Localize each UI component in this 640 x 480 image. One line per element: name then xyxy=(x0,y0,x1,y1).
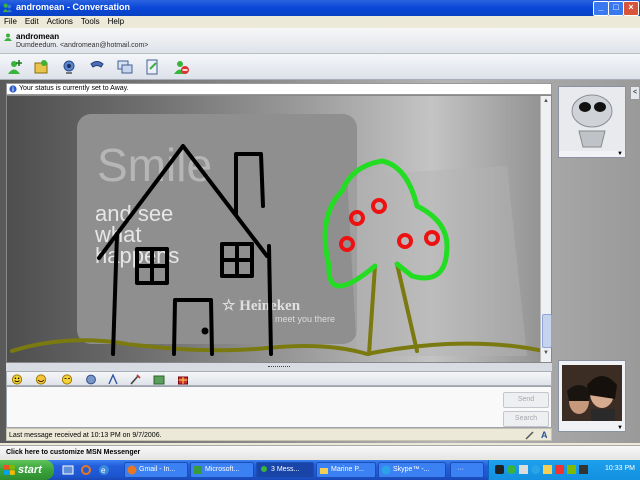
taskbar-overflow-label: ··· xyxy=(457,466,464,473)
text-mode-icon[interactable]: A xyxy=(541,429,548,442)
send-files-icon[interactable] xyxy=(32,58,50,76)
sign-tagline: meet you there xyxy=(275,314,335,324)
windows-flag-icon xyxy=(4,465,15,475)
browser-task-icon xyxy=(127,465,137,475)
window-title: andromean - Conversation xyxy=(16,2,131,12)
contact-header: andromean Dumdeedum. <andromean@hotmail.… xyxy=(0,28,640,54)
taskbar-overflow[interactable]: ··· xyxy=(450,462,484,478)
show-desktop-icon[interactable] xyxy=(62,464,74,476)
firefox-icon[interactable] xyxy=(80,464,92,476)
folder-task-icon xyxy=(320,468,328,474)
scroll-down-arrow[interactable]: ▼ xyxy=(542,350,550,358)
tray-messenger-icon[interactable] xyxy=(507,465,516,474)
status-notice-text: Your status is currently set to Away. xyxy=(19,85,129,92)
internet-explorer-icon[interactable]: e xyxy=(98,464,110,476)
title-bar[interactable]: andromean - Conversation _ □ × xyxy=(0,0,640,16)
ink-drawing: Smile and see what happens ☆ Heineken me… xyxy=(10,114,549,357)
pane-splitter[interactable] xyxy=(6,363,552,371)
taskbar-item-microsoft-label: Microsoft... xyxy=(205,466,240,473)
tray-volume-icon[interactable] xyxy=(543,465,552,474)
system-tray: 10:33 PM xyxy=(488,460,640,480)
webcam-icon[interactable] xyxy=(60,58,78,76)
my-display-picture[interactable]: ▼ xyxy=(558,360,626,432)
tray-app-icon[interactable] xyxy=(495,465,504,474)
scroll-up-arrow[interactable]: ▲ xyxy=(542,98,550,106)
customize-banner[interactable]: Click here to customize MSN Messenger xyxy=(0,445,640,459)
gift-icon[interactable] xyxy=(177,374,189,385)
contact-name: andromean xyxy=(16,32,60,41)
handwriting-mode-icon[interactable] xyxy=(525,431,535,440)
last-message-status: Last message received at 10:13 PM on 9/7… xyxy=(6,428,552,441)
menu-file[interactable]: File xyxy=(0,16,21,27)
skype-task-icon xyxy=(381,465,391,475)
conversation-toolbar xyxy=(0,54,640,80)
voice-clip-icon[interactable] xyxy=(35,374,47,385)
drawing-scrollbar[interactable]: ▲ ▼ xyxy=(540,96,552,362)
font-icon[interactable] xyxy=(107,373,119,385)
robot-avatar-icon xyxy=(559,87,625,151)
menu-edit[interactable]: Edit xyxy=(21,16,43,27)
customize-banner-text: Click here to customize MSN Messenger xyxy=(6,449,141,456)
messenger-task-icon xyxy=(261,466,267,472)
taskbar-item-skype[interactable]: Skype™ -... xyxy=(378,462,446,478)
voice-call-icon[interactable] xyxy=(88,58,106,76)
contact-display-picture[interactable]: ▼ xyxy=(558,86,626,158)
glass-backdrop xyxy=(347,166,527,356)
taskbar-item-skype-label: Skype™ -... xyxy=(393,466,430,473)
svg-text:e: e xyxy=(101,466,106,475)
user-photo-avatar xyxy=(562,365,622,421)
tray-skype-icon[interactable] xyxy=(531,465,540,474)
taskbar-item-microsoft[interactable]: Microsoft... xyxy=(190,462,254,478)
pen-ink-icon[interactable] xyxy=(129,374,141,385)
activities-icon[interactable] xyxy=(116,58,134,76)
nudge-icon[interactable] xyxy=(85,374,97,385)
collapse-pictures-button[interactable]: < xyxy=(630,86,640,100)
taskbar-item-gmail[interactable]: Gmail - In... xyxy=(124,462,188,478)
taskbar-item-marine-label: Marine P... xyxy=(331,466,364,473)
format-toolbar xyxy=(6,371,552,386)
wink-icon[interactable] xyxy=(61,374,73,385)
scroll-thumb[interactable] xyxy=(542,314,552,348)
office-task-icon xyxy=(194,466,202,474)
my-picture-menu-arrow[interactable]: ▼ xyxy=(617,425,623,431)
status-notice: Your status is currently set to Away. xyxy=(6,83,552,95)
maximize-button[interactable]: □ xyxy=(608,1,624,16)
info-icon xyxy=(9,85,17,93)
taskbar-item-messenger-label: 3 Mess... xyxy=(271,466,300,473)
search-button[interactable]: Search xyxy=(503,411,549,427)
start-label: start xyxy=(18,464,42,476)
taskbar: start e Gmail - In... Microsoft... 3 Mes… xyxy=(0,460,640,480)
ink-drawing-area[interactable]: Smile and see what happens ☆ Heineken me… xyxy=(6,95,552,363)
tray-misc-icon[interactable] xyxy=(579,465,588,474)
clock[interactable]: 10:33 PM xyxy=(605,465,635,472)
menu-actions[interactable]: Actions xyxy=(43,16,77,27)
sign-brand: ☆ Heineken xyxy=(222,298,301,314)
minimize-button[interactable]: _ xyxy=(593,1,609,16)
taskbar-item-gmail-label: Gmail - In... xyxy=(139,466,176,473)
contact-message-email: Dumdeedum. <andromean@hotmail.com> xyxy=(16,42,149,49)
display-picture-menu-arrow[interactable]: ▼ xyxy=(617,151,623,157)
emoticon-icon[interactable] xyxy=(11,374,23,385)
last-message-text: Last message received at 10:13 PM on 9/7… xyxy=(9,432,162,439)
start-button[interactable]: start xyxy=(0,460,54,480)
tray-update-icon[interactable] xyxy=(567,465,576,474)
contact-status-icon xyxy=(4,33,12,41)
tray-network-icon[interactable] xyxy=(519,465,528,474)
msn-messenger-icon xyxy=(2,3,13,13)
taskbar-item-marine[interactable]: Marine P... xyxy=(316,462,376,478)
menu-tools[interactable]: Tools xyxy=(77,16,104,27)
tray-security-icon[interactable] xyxy=(555,465,564,474)
send-button[interactable]: Send xyxy=(503,392,549,408)
block-contact-icon[interactable] xyxy=(172,58,190,76)
taskbar-item-messenger[interactable]: 3 Mess... xyxy=(256,462,314,478)
close-button[interactable]: × xyxy=(623,1,639,16)
background-icon[interactable] xyxy=(153,374,165,385)
games-icon[interactable] xyxy=(144,58,162,76)
message-input[interactable]: Send Search xyxy=(6,386,552,428)
menu-bar: File Edit Actions Tools Help xyxy=(0,16,640,28)
menu-help[interactable]: Help xyxy=(104,16,128,27)
invite-contact-icon[interactable] xyxy=(6,58,24,76)
